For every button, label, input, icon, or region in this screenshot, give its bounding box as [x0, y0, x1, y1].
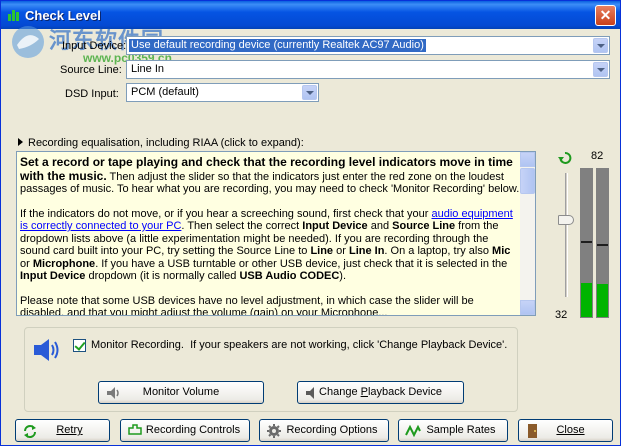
- recording-controls-icon: [128, 424, 142, 435]
- help-bold-term: Source Line: [392, 220, 456, 232]
- close-window-button[interactable]: ✕: [595, 5, 616, 26]
- speaker-device-icon: [306, 387, 314, 399]
- close-label: Close: [546, 420, 584, 441]
- help-p2-text: dropdown (it is normally called: [85, 270, 240, 282]
- meter-max-value: 82: [591, 150, 604, 162]
- expander-label: Recording equalisation, including RIAA (…: [28, 137, 304, 149]
- right-channel-peak: [597, 244, 608, 246]
- scroll-up-button[interactable]: [520, 152, 535, 167]
- expand-arrow-icon[interactable]: [18, 138, 23, 146]
- playback-text-accel: P: [360, 386, 368, 398]
- help-p2-text: . Then select the correct: [181, 220, 303, 232]
- help-p2-text: . If you have a USB turntable or other U…: [95, 257, 508, 270]
- dsd-input-label: DSD Input:: [65, 88, 119, 100]
- monitor-checkbox-text: Monitor Recording.: [91, 339, 184, 351]
- waveform-icon: [405, 424, 421, 438]
- source-line-value: Line In: [131, 63, 165, 75]
- left-channel-fill: [581, 283, 592, 317]
- chevron-down-icon[interactable]: [593, 62, 608, 77]
- help-p3-text: Please note that some USB devices have n…: [20, 294, 474, 316]
- left-channel-peak: [581, 241, 592, 243]
- retry-arrows-icon: [24, 425, 36, 438]
- help-bold-term: Line In: [348, 245, 385, 257]
- input-device-value: Use default recording device (currently …: [129, 39, 426, 52]
- close-text: Close: [556, 424, 585, 436]
- level-meter-icon: [8, 10, 19, 21]
- scroll-down-button[interactable]: [520, 300, 535, 315]
- chevron-down-icon[interactable]: [302, 85, 317, 100]
- monitor-recording-label[interactable]: Monitor Recording. If your speakers are …: [91, 339, 507, 351]
- chevron-down-icon[interactable]: [593, 38, 608, 53]
- close-door-icon: [528, 424, 537, 438]
- level-slider-track[interactable]: [565, 173, 568, 297]
- speaker-icon: [34, 339, 59, 361]
- change-playback-device-text: Change Playback Device: [319, 382, 442, 403]
- left-channel-meter: [580, 168, 593, 318]
- reset-arrow-icon[interactable]: [558, 151, 572, 165]
- gear-icon: [267, 424, 281, 438]
- window-title: Check Level: [25, 8, 101, 23]
- retry-text: Retry: [42, 420, 82, 441]
- monitor-volume-text: Monitor Volume: [142, 386, 220, 398]
- playback-text-a: Change: [319, 386, 361, 398]
- recording-controls-label: Recording Controls: [145, 424, 241, 436]
- help-p2-text: ).: [339, 270, 347, 282]
- help-bold-term: USB Audio CODEC: [239, 270, 340, 282]
- help-bold-term: Input Device: [20, 270, 86, 282]
- scroll-thumb[interactable]: [520, 168, 535, 194]
- help-text-panel[interactable]: Set a record or tape playing and check t…: [16, 151, 536, 316]
- dsd-input-dropdown[interactable]: PCM (default): [126, 83, 319, 102]
- monitor-volume-button[interactable]: Monitor Volume: [98, 381, 264, 404]
- help-bold-term: Microphone: [32, 257, 96, 270]
- input-device-label: Input Device:: [62, 40, 127, 52]
- help-bold-term: Line: [310, 245, 334, 257]
- level-slider-thumb[interactable]: [558, 215, 574, 225]
- sample-rates-label: Sample Rates: [426, 424, 496, 436]
- close-button[interactable]: Close: [518, 419, 613, 442]
- source-line-dropdown[interactable]: Line In: [126, 60, 610, 79]
- retry-label: Retry: [56, 424, 83, 436]
- check-level-window: Check Level ✕ 河东软件园 www.pc0359.cn Input …: [0, 0, 621, 446]
- help-text: Set a record or tape playing and check t…: [20, 156, 520, 316]
- monitor-group: Monitor Recording. If your speakers are …: [24, 327, 518, 412]
- monitor-hint-text: If your speakers are not working, click …: [190, 339, 508, 351]
- input-device-dropdown[interactable]: Use default recording device (currently …: [126, 36, 610, 55]
- dsd-input-value: PCM (default): [131, 86, 199, 98]
- monitor-recording-checkbox[interactable]: [73, 339, 86, 352]
- help-p2-text: If the indicators do not move, or if you…: [20, 207, 432, 220]
- watermark-logo-icon: [12, 26, 44, 58]
- help-scrollbar[interactable]: [520, 152, 535, 315]
- help-p2-text: . On a laptop, try also: [384, 245, 493, 257]
- retry-button[interactable]: Retry: [15, 419, 110, 442]
- sample-rates-button[interactable]: Sample Rates: [398, 419, 508, 442]
- source-line-label: Source Line:: [60, 64, 122, 76]
- help-p2-text: and: [367, 220, 393, 232]
- recording-options-button[interactable]: Recording Options: [259, 419, 389, 442]
- level-meter: 82 32: [549, 149, 615, 321]
- recording-options-label: Recording Options: [286, 424, 378, 436]
- meter-min-value: 32: [555, 309, 568, 321]
- help-bold-term: Input Device: [302, 220, 368, 232]
- volume-knob-icon: [107, 387, 119, 399]
- help-p2-text: or: [20, 257, 33, 270]
- right-channel-fill: [597, 284, 608, 317]
- change-playback-device-button[interactable]: Change Playback Device: [297, 381, 464, 404]
- recording-controls-button[interactable]: Recording Controls: [120, 419, 250, 442]
- playback-text-b: layback Device: [367, 386, 442, 398]
- help-p2-text: or: [333, 245, 349, 257]
- help-bold-term: Mic: [492, 245, 511, 257]
- right-channel-meter: [596, 168, 609, 318]
- recording-equalisation-expander[interactable]: Recording equalisation, including RIAA (…: [18, 137, 304, 149]
